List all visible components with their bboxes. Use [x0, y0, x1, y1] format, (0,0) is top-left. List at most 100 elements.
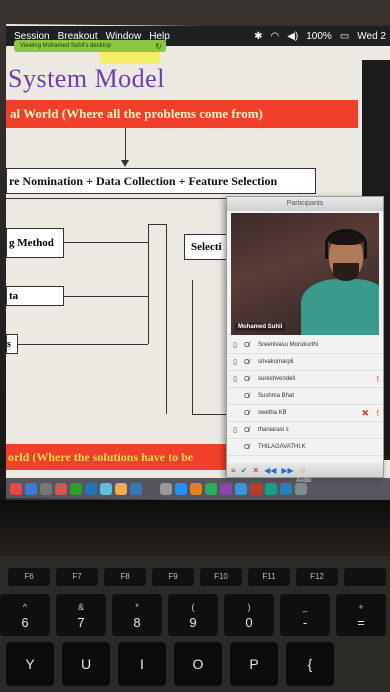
participant-row[interactable]: ▯ O̸ Sreenivasu Morukurthi: [227, 337, 383, 354]
number-key[interactable]: * 8: [112, 594, 162, 636]
number-key[interactable]: _ -: [280, 594, 330, 636]
clock: Wed 2: [357, 30, 386, 42]
letter-key[interactable]: Y: [6, 642, 54, 686]
number-key[interactable]: + =: [336, 594, 386, 636]
bluetooth-icon[interactable]: ✱: [254, 31, 262, 42]
video-name-tag: Mohamed Suhil: [235, 323, 286, 331]
letter-key-row: Y U I O P{: [6, 642, 334, 686]
diagram-line: [6, 198, 232, 199]
volume-icon[interactable]: ◀): [287, 31, 298, 42]
audio-label: Audio: [296, 478, 312, 484]
mic-icon: O̸: [244, 426, 250, 434]
function-key[interactable]: [344, 568, 386, 586]
dock-app-icon[interactable]: [250, 483, 262, 495]
participant-row[interactable]: O̸ Sushma Bhat: [227, 388, 383, 405]
participant-row[interactable]: ▯ O̸ thaniarasi s: [227, 422, 383, 439]
participants-title: Participants: [227, 197, 383, 211]
dock-app-icon[interactable]: [55, 483, 67, 495]
letter-key[interactable]: {: [286, 642, 334, 686]
letter-key[interactable]: U: [62, 642, 110, 686]
participants-panel: Participants Mohamed Suhil ▯ O̸ Sreeniva…: [226, 196, 384, 478]
letter-key[interactable]: P: [230, 642, 278, 686]
device-icon: ▯: [233, 376, 237, 383]
agree-icon[interactable]: ✔: [241, 466, 248, 475]
letter-key[interactable]: I: [118, 642, 166, 686]
key-digit: 6: [21, 615, 29, 630]
dock-app-icon[interactable]: [115, 483, 127, 495]
function-key-row: F6 F7 F8 F9 F10 F11 F12: [8, 568, 386, 586]
diagram-line: [64, 296, 148, 297]
number-key[interactable]: ^ 6: [0, 594, 50, 636]
diagram-line: [148, 224, 149, 344]
disagree-icon[interactable]: ✕: [252, 466, 259, 475]
mic-icon: O̸: [244, 341, 250, 349]
number-key[interactable]: (9: [168, 594, 218, 636]
diagram-line: [64, 242, 148, 243]
dock-app-icon[interactable]: [265, 483, 277, 495]
dock-app-icon[interactable]: [40, 483, 52, 495]
forward-icon[interactable]: ▶▶: [281, 466, 293, 475]
dock-app-icon[interactable]: [295, 483, 307, 495]
function-key[interactable]: F6: [8, 568, 50, 586]
participant-row[interactable]: ▯ O̸ srivakumarpil: [227, 354, 383, 371]
dock-app-icon[interactable]: [235, 483, 247, 495]
dock-app-icon[interactable]: [25, 483, 37, 495]
laptop-bezel: [0, 500, 390, 556]
dock-app-icon[interactable]: [280, 483, 292, 495]
function-key[interactable]: F12: [296, 568, 338, 586]
dock-app-icon[interactable]: [205, 483, 217, 495]
dock-app-icon[interactable]: [145, 483, 157, 495]
battery-percent: 100%: [306, 30, 332, 42]
key-shift-symbol: ): [247, 602, 251, 612]
webcam-video[interactable]: Mohamed Suhil: [231, 213, 379, 335]
number-key[interactable]: ) 0: [224, 594, 274, 636]
battery-icon[interactable]: ▭: [340, 31, 349, 42]
diagram-line: [148, 224, 166, 225]
mic-icon: O̸: [244, 409, 250, 417]
key-shift-symbol: ^: [22, 602, 28, 612]
participant-row[interactable]: O̸ THILAGAVATHI.K: [227, 439, 383, 456]
function-key[interactable]: F11: [248, 568, 290, 586]
key-shift-symbol: _: [302, 602, 308, 612]
diagram-arrow-head: [121, 160, 129, 167]
diagram-line: [166, 224, 167, 414]
dock-app-icon[interactable]: [10, 483, 22, 495]
number-key[interactable]: & 7: [56, 594, 106, 636]
letter-key[interactable]: O: [174, 642, 222, 686]
device-icon: ▯: [233, 342, 237, 349]
dock-app-icon[interactable]: [130, 483, 142, 495]
wifi-icon[interactable]: ◠: [270, 31, 279, 42]
function-key[interactable]: F7: [56, 568, 98, 586]
person-beard: [333, 263, 359, 281]
participant-name: thaniarasi s: [258, 427, 289, 433]
menu-icon[interactable]: ≡: [231, 466, 236, 475]
diagram-arrow: [125, 128, 126, 164]
participant-name: Sreenivasu Morukurthi: [258, 342, 319, 348]
emoticon-icon[interactable]: ☺: [299, 466, 307, 475]
participant-row[interactable]: ▯ O̸ sureshvendell !: [227, 371, 383, 388]
dock-app-icon[interactable]: [70, 483, 82, 495]
dock-app-icon[interactable]: [175, 483, 187, 495]
dock-app-icon[interactable]: [190, 483, 202, 495]
function-key[interactable]: F9: [152, 568, 194, 586]
key-digit: 9: [189, 615, 197, 630]
dock-app-icon[interactable]: [100, 483, 112, 495]
rewind-icon[interactable]: ◀◀: [264, 466, 276, 475]
participant-row[interactable]: O̸ swetha KB ✕ !: [227, 405, 383, 422]
key-digit: -: [302, 615, 308, 630]
feature-selection-box: re Nomination + Data Collection + Featur…: [6, 168, 316, 194]
disagree-icon: ✕: [361, 407, 369, 418]
function-key[interactable]: F10: [200, 568, 242, 586]
dock-app-icon[interactable]: [160, 483, 172, 495]
small-box: s: [6, 334, 18, 354]
mac-dock: [6, 478, 390, 500]
refresh-icon[interactable]: ↻: [155, 42, 162, 51]
slide-solutions-bar: orld (Where the solutions have to be: [6, 444, 230, 470]
key-shift-symbol: &: [77, 602, 84, 612]
dock-app-icon[interactable]: [85, 483, 97, 495]
participant-name: swetha KB: [258, 410, 287, 416]
dock-app-icon[interactable]: [220, 483, 232, 495]
key-digit: 8: [133, 615, 141, 630]
function-key[interactable]: F8: [104, 568, 146, 586]
mic-icon: O̸: [244, 375, 250, 383]
